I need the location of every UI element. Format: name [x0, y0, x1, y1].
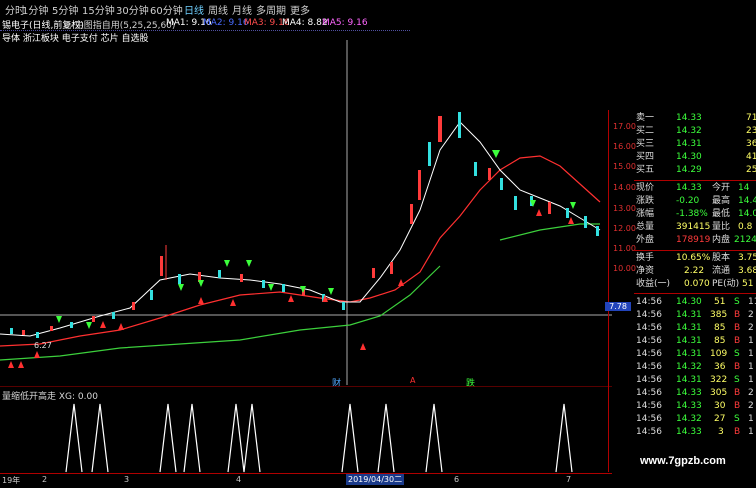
low-price-label: 6.27 — [34, 341, 52, 350]
tab-more[interactable]: 更多 — [290, 2, 310, 17]
tab-monthly[interactable]: 月线 — [232, 2, 252, 17]
bid-row: 买三 14.31 36 — [636, 139, 756, 149]
tick-row: 14:56 14.32 36 B 1 — [636, 362, 754, 372]
tick-row: 14:56 14.31 385 B 2 — [636, 310, 754, 320]
price-marker: 7.78 — [605, 302, 631, 311]
tick-row: 14:56 14.33 3 B 1 — [636, 427, 754, 437]
tick-row: 14:56 14.32 27 S 1 — [636, 414, 754, 424]
date-label: 6 — [454, 475, 460, 484]
tab-1min[interactable]: 1分钟 — [22, 2, 48, 17]
panel-divider — [634, 180, 756, 181]
price-tick: 10.00 — [613, 264, 636, 273]
panel-divider — [634, 250, 756, 251]
price-tick: 12.00 — [613, 224, 636, 233]
chart-header: 锡电子(日线,前复权) ◎ 主图指自用(5,25,25,60) MA1: 9.1… — [0, 16, 600, 31]
date-label: 7 — [566, 475, 572, 484]
stat-row: 收益(一) 0.070 PE(动) 51 — [636, 279, 754, 289]
date-label: 4 — [236, 475, 242, 484]
date-label: 3 — [124, 475, 130, 484]
tab-daily[interactable]: 日线 — [184, 2, 204, 17]
tick-row: 14:56 14.31 85 B 2 — [636, 323, 754, 333]
price-tick: 15.00 — [613, 162, 636, 171]
price-axis: 17.00 16.00 15.00 14.00 13.00 12.00 11.0… — [605, 110, 636, 472]
tick-row: 14:56 14.31 322 S 1 — [636, 375, 754, 385]
tab-weekly[interactable]: 周线 — [208, 2, 228, 17]
stat-row: 总量 391415 量比 0.8 — [636, 222, 753, 232]
price-tick: 16.00 — [613, 142, 636, 151]
bid-row: 买五 14.29 25 — [636, 165, 756, 175]
tab-60min[interactable]: 60分钟 — [150, 2, 183, 17]
ma2-label: MA2: 9.16 — [203, 18, 249, 28]
period-tab-bar: 分时 1分钟 5分钟 15分钟 30分钟 60分钟 日线 周线 月线 多周期 更… — [0, 0, 756, 17]
price-tick: 14.00 — [613, 183, 636, 192]
quote-stats: 现价 14.33 今开 14 涨跌 -0.20 最高 14.4 涨幅 -1.38% 最低 14.0… — [634, 182, 756, 250]
date-label: 19年 — [2, 476, 21, 485]
date-label: 2 — [42, 475, 48, 484]
bid-row: 买四 14.30 41 — [636, 152, 756, 162]
bid-row: 卖一 14.33 71 — [636, 113, 756, 123]
stat-row: 现价 14.33 今开 14 — [636, 183, 750, 193]
price-tick: 13.00 — [613, 204, 636, 213]
header-divider — [0, 30, 410, 31]
bid-row: 买二 14.32 23 — [636, 126, 756, 136]
signal-markers — [8, 150, 576, 368]
stat-row: 换手 10.65% 股本 3.75 — [636, 253, 756, 263]
stat-row: 涨幅 -1.38% 最低 14.0 — [636, 209, 756, 219]
tick-list[interactable]: 14:5614.3051S11 14:5614.31385B2 14:5614.… — [634, 296, 756, 446]
price-tick: 11.00 — [613, 244, 636, 253]
stat-row: 涨跌 -0.20 最高 14.4 — [636, 196, 756, 206]
stat-row: 外盘178919内盘21249 — [636, 235, 756, 245]
tab-30min[interactable]: 30分钟 — [116, 2, 149, 17]
sub-indicator-chart[interactable] — [0, 386, 612, 474]
candles — [10, 112, 599, 338]
tab-5min[interactable]: 5分钟 — [52, 2, 78, 17]
date-label-selected: 2019/04/30二 — [346, 474, 405, 485]
tick-row: 14:5614.3051S11 — [636, 297, 756, 307]
tick-row: 14:56 14.33 30 B 2 — [636, 401, 754, 411]
tab-15min[interactable]: 15分钟 — [82, 2, 115, 17]
kline-chart[interactable]: 6.27 — [0, 40, 612, 385]
tick-row: 14:56 14.31 85 B 1 — [636, 336, 754, 346]
tick-row: 14:56 14.31 109 S 1 — [636, 349, 754, 359]
date-axis: 19年 2 3 4 2019/04/30二 6 7 — [0, 473, 612, 488]
order-book: 卖一 14.33 71 买二 14.32 23 买三 14.31 36 买四 14.30 41 … — [634, 112, 756, 180]
event-label-a[interactable]: A — [410, 376, 415, 385]
ma4-label: MA4: 8.82 — [282, 18, 328, 28]
quote-stats-2: 换手 10.65% 股本 3.75 净资 2.22 流通 3.68 收益(一) 0.070 PE… — [634, 252, 756, 292]
stat-row: 净资 2.22 流通 3.68 — [636, 266, 756, 276]
price-tick: 17.00 — [613, 122, 636, 131]
ma5-label: MA5: 9.16 — [322, 18, 368, 28]
quote-panel: 卖一 14.33 71 买二 14.32 23 买三 14.31 36 买四 14.30 41 … — [634, 112, 756, 467]
tab-multi-period[interactable]: 多周期 — [256, 2, 286, 17]
panel-divider — [634, 293, 756, 294]
watermark: www.7gpzb.com — [640, 455, 726, 467]
tick-row: 14:56 14.33 305 B 2 — [636, 388, 754, 398]
